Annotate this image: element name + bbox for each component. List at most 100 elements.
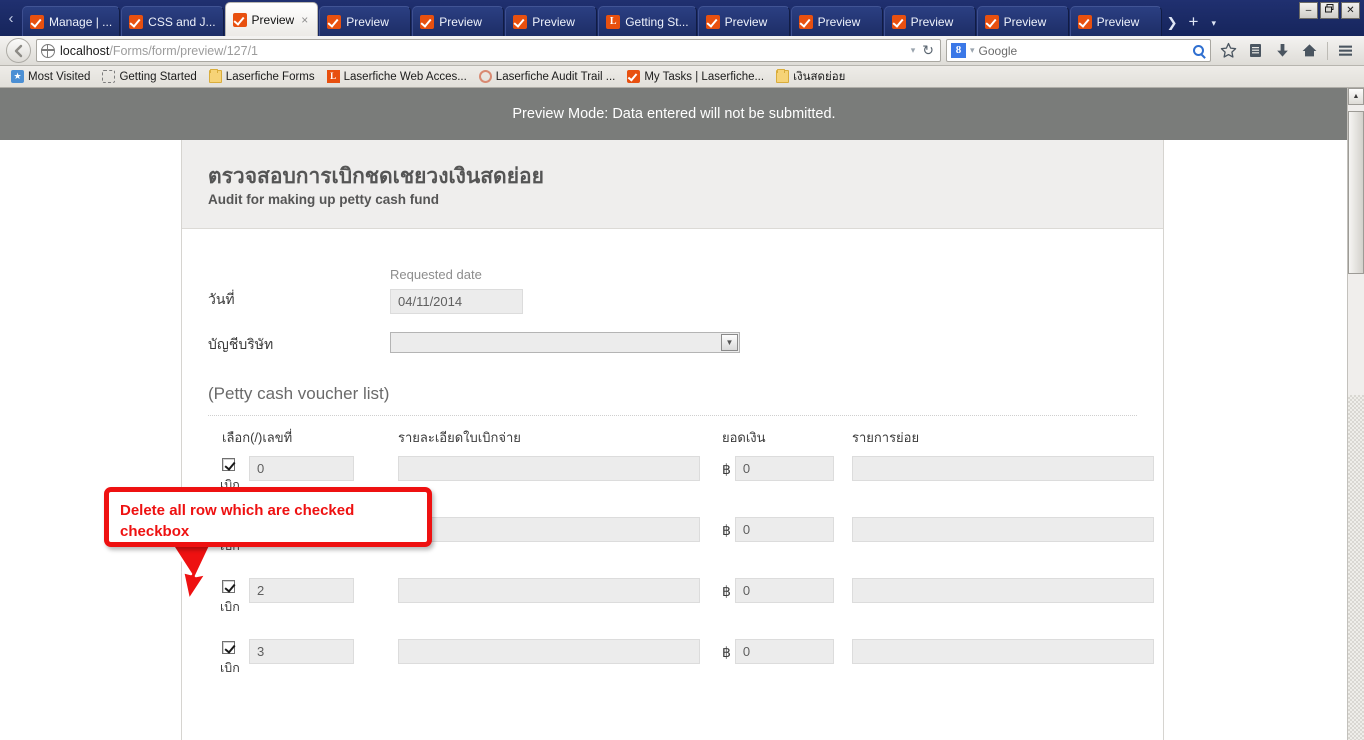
- page-subtitle: Audit for making up petty cash fund: [208, 192, 440, 207]
- browser-tab[interactable]: Preview: [319, 6, 412, 36]
- bookmark-petty-cash[interactable]: เงินสดย่อย: [770, 68, 851, 86]
- browser-tab[interactable]: Manage | ...: [22, 6, 121, 36]
- tab-strip: ‹ Manage | ... CSS and J... Preview × Pr…: [0, 0, 1364, 36]
- checkbox-orange-icon: [798, 14, 813, 29]
- bookmark-my-tasks[interactable]: My Tasks | Laserfiche...: [621, 70, 770, 83]
- field-sublabel: Requested date: [390, 267, 482, 282]
- address-bar[interactable]: localhost/Forms/form/preview/127/1 ▾ ↻: [36, 39, 941, 62]
- scrollbar-thumb[interactable]: [1348, 111, 1364, 274]
- browser-tab[interactable]: Preview: [697, 6, 790, 36]
- close-icon[interactable]: ×: [299, 13, 310, 27]
- reload-icon[interactable]: ↻: [922, 42, 934, 59]
- tab-overflow-icon[interactable]: ❯: [1163, 15, 1182, 31]
- chevron-down-icon[interactable]: ▼: [721, 334, 738, 351]
- requested-date-input[interactable]: 04/11/2014: [390, 289, 523, 314]
- column-header-subitem: รายการย่อย: [852, 430, 920, 445]
- currency-symbol: ฿: [722, 461, 731, 477]
- browser-tab[interactable]: Preview: [883, 6, 976, 36]
- currency-symbol: ฿: [722, 522, 731, 538]
- browser-tab[interactable]: Preview: [790, 6, 883, 36]
- bookmark-most-visited[interactable]: ★ Most Visited: [5, 70, 96, 83]
- bookmark-laserfiche-audit-trail[interactable]: Laserfiche Audit Trail ...: [473, 70, 622, 83]
- row-checkbox[interactable]: [222, 458, 235, 471]
- currency-symbol: ฿: [722, 644, 731, 660]
- new-tab-button[interactable]: +: [1182, 12, 1206, 32]
- cell-subitem: [852, 578, 1162, 603]
- preview-mode-banner: Preview Mode: Data entered will not be s…: [0, 88, 1348, 140]
- row-checkbox[interactable]: [222, 641, 235, 654]
- bookmark-label: Getting Started: [119, 70, 197, 83]
- tab-list-icon[interactable]: ▾: [1205, 18, 1222, 29]
- scrollbar-track[interactable]: [1348, 105, 1364, 740]
- vertical-scrollbar[interactable]: ▲: [1347, 88, 1364, 740]
- browser-tab[interactable]: L Getting St...: [598, 6, 697, 36]
- tab-title: Getting St...: [625, 14, 689, 29]
- search-bar[interactable]: 8 ▾ Google: [946, 39, 1211, 62]
- cell-detail: [398, 517, 722, 542]
- row-subitem-input[interactable]: [852, 639, 1154, 664]
- browser-tab[interactable]: Preview: [505, 6, 598, 36]
- browser-tab-active[interactable]: Preview ×: [224, 2, 319, 36]
- back-button[interactable]: [6, 38, 31, 63]
- row-detail-input[interactable]: [398, 578, 700, 603]
- tab-scroll-left-button[interactable]: ‹: [0, 0, 22, 36]
- section-title: (Petty cash voucher list): [208, 384, 1137, 416]
- browser-tab[interactable]: Preview: [412, 6, 505, 36]
- close-button[interactable]: ✕: [1341, 2, 1360, 19]
- cell-select: เบิก 3: [220, 639, 398, 678]
- row-amount-input[interactable]: 0: [734, 639, 834, 664]
- browser-window: ‹ Manage | ... CSS and J... Preview × Pr…: [0, 0, 1364, 740]
- browser-tab[interactable]: Preview: [976, 6, 1069, 36]
- search-input[interactable]: Google: [979, 44, 1189, 58]
- row-number-input[interactable]: 3: [249, 639, 354, 664]
- minimize-button[interactable]: –: [1299, 2, 1318, 19]
- chevron-down-icon[interactable]: ▾: [970, 45, 975, 56]
- bookmark-laserfiche-web-access[interactable]: L Laserfiche Web Acces...: [321, 70, 473, 83]
- toolbar-divider: [1327, 41, 1328, 60]
- cell-detail: [398, 578, 722, 603]
- star-icon[interactable]: [1216, 39, 1241, 63]
- tab-title: Preview: [1096, 14, 1140, 29]
- google-logo-icon: 8: [951, 43, 966, 58]
- row-number-input[interactable]: 2: [249, 578, 354, 603]
- cell-subitem: [852, 639, 1162, 664]
- browser-tab[interactable]: CSS and J...: [121, 6, 224, 36]
- company-account-select[interactable]: ▼: [390, 332, 740, 353]
- download-icon[interactable]: [1270, 39, 1295, 63]
- row-subitem-input[interactable]: [852, 578, 1154, 603]
- table-row: เบิก 2 ฿ 0: [208, 578, 1154, 641]
- menu-hamburger-icon[interactable]: [1333, 39, 1358, 63]
- search-icon[interactable]: [1193, 45, 1204, 56]
- field-requested-date: วันที่ Requested date 04/11/2014: [208, 267, 1137, 314]
- bookmark-label: Most Visited: [28, 70, 91, 83]
- row-number-input[interactable]: 0: [249, 456, 354, 481]
- restore-button[interactable]: [1320, 2, 1339, 19]
- tab-title: Preview: [724, 14, 768, 29]
- annotation-callout: Delete all row which are checked checkbo…: [104, 487, 432, 547]
- checkbox-orange-icon: [1077, 14, 1092, 29]
- row-detail-input[interactable]: [398, 517, 700, 542]
- url-host: localhost: [60, 43, 110, 58]
- laserfiche-l-icon: L: [606, 14, 621, 29]
- row-subitem-input[interactable]: [852, 456, 1154, 481]
- scroll-up-button[interactable]: ▲: [1348, 88, 1364, 105]
- chevron-down-icon[interactable]: ▾: [911, 45, 916, 56]
- bookmark-laserfiche-forms[interactable]: Laserfiche Forms: [203, 69, 321, 83]
- row-detail-input[interactable]: [398, 456, 700, 481]
- row-subitem-input[interactable]: [852, 517, 1154, 542]
- row-amount-input[interactable]: 0: [734, 578, 834, 603]
- cell-amount: ฿ 0: [722, 578, 852, 603]
- row-amount-input[interactable]: 0: [734, 517, 834, 542]
- row-amount-input[interactable]: 0: [734, 456, 834, 481]
- home-icon[interactable]: [1297, 39, 1322, 63]
- reader-list-icon[interactable]: [1243, 39, 1268, 63]
- browser-tab[interactable]: Preview: [1069, 6, 1162, 36]
- cell-subitem: [852, 456, 1162, 481]
- most-visited-icon: ★: [11, 70, 24, 83]
- tab-title: Preview: [1003, 14, 1047, 29]
- checkbox-orange-icon: [984, 14, 999, 29]
- bookmark-getting-started[interactable]: Getting Started: [96, 70, 202, 83]
- row-detail-input[interactable]: [398, 639, 700, 664]
- field-company-account: บัญชีบริษัท ▼: [208, 332, 1137, 356]
- laserfiche-l-icon: L: [326, 70, 340, 83]
